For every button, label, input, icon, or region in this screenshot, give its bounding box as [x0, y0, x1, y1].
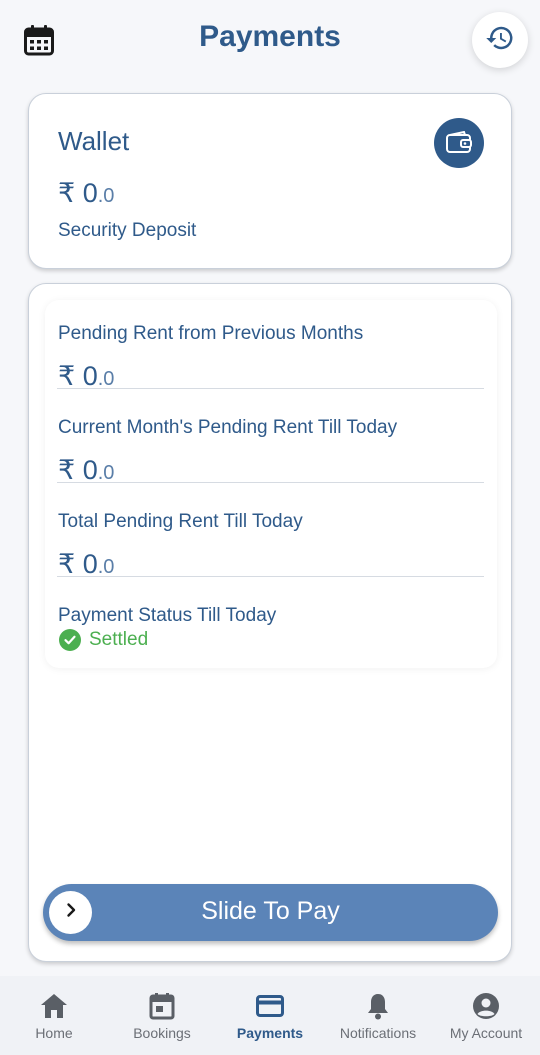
bottom-navigation: Home Bookings Payments Notifications My …	[0, 976, 540, 1055]
nav-item-notifications[interactable]: Notifications	[324, 976, 432, 1055]
payment-status-label: Payment Status Till Today	[58, 605, 277, 626]
home-icon	[39, 991, 69, 1021]
wallet-amount: ₹ 0.0	[58, 178, 115, 208]
security-deposit-label: Security Deposit	[58, 220, 197, 241]
check-circle-icon	[59, 629, 81, 651]
total-pending-label: Total Pending Rent Till Today	[58, 511, 303, 532]
divider	[57, 482, 484, 483]
pending-rent-summary: Pending Rent from Previous Months ₹ 0.0 …	[45, 300, 497, 668]
nav-item-payments[interactable]: Payments	[216, 976, 324, 1055]
page-title: Payments	[199, 20, 341, 53]
history-icon	[485, 23, 515, 58]
divider	[57, 388, 484, 389]
status-value: Settled	[89, 629, 149, 650]
slide-to-pay-slider[interactable]: Slide To Pay	[43, 884, 498, 941]
calendar-icon	[147, 991, 177, 1021]
wallet-title: Wallet	[58, 126, 130, 156]
credit-card-icon	[255, 991, 285, 1021]
nav-item-bookings[interactable]: Bookings	[108, 976, 216, 1055]
wallet-card: Wallet ₹ 0.0 Security Deposit	[28, 93, 512, 269]
slider-label: Slide To Pay	[201, 897, 340, 925]
divider	[57, 576, 484, 577]
app-header: Payments	[0, 0, 540, 80]
wallet-icon[interactable]	[434, 118, 484, 168]
nav-item-home[interactable]: Home	[0, 976, 108, 1055]
current-month-label: Current Month's Pending Rent Till Today	[58, 417, 398, 438]
previous-months-label: Pending Rent from Previous Months	[58, 323, 364, 344]
history-button[interactable]	[472, 12, 528, 68]
pending-rent-card: Pending Rent from Previous Months ₹ 0.0 …	[28, 283, 512, 962]
status-badge: Settled	[59, 629, 148, 651]
nav-item-my-account[interactable]: My Account	[432, 976, 540, 1055]
account-icon	[471, 991, 501, 1021]
bell-icon	[363, 991, 393, 1021]
